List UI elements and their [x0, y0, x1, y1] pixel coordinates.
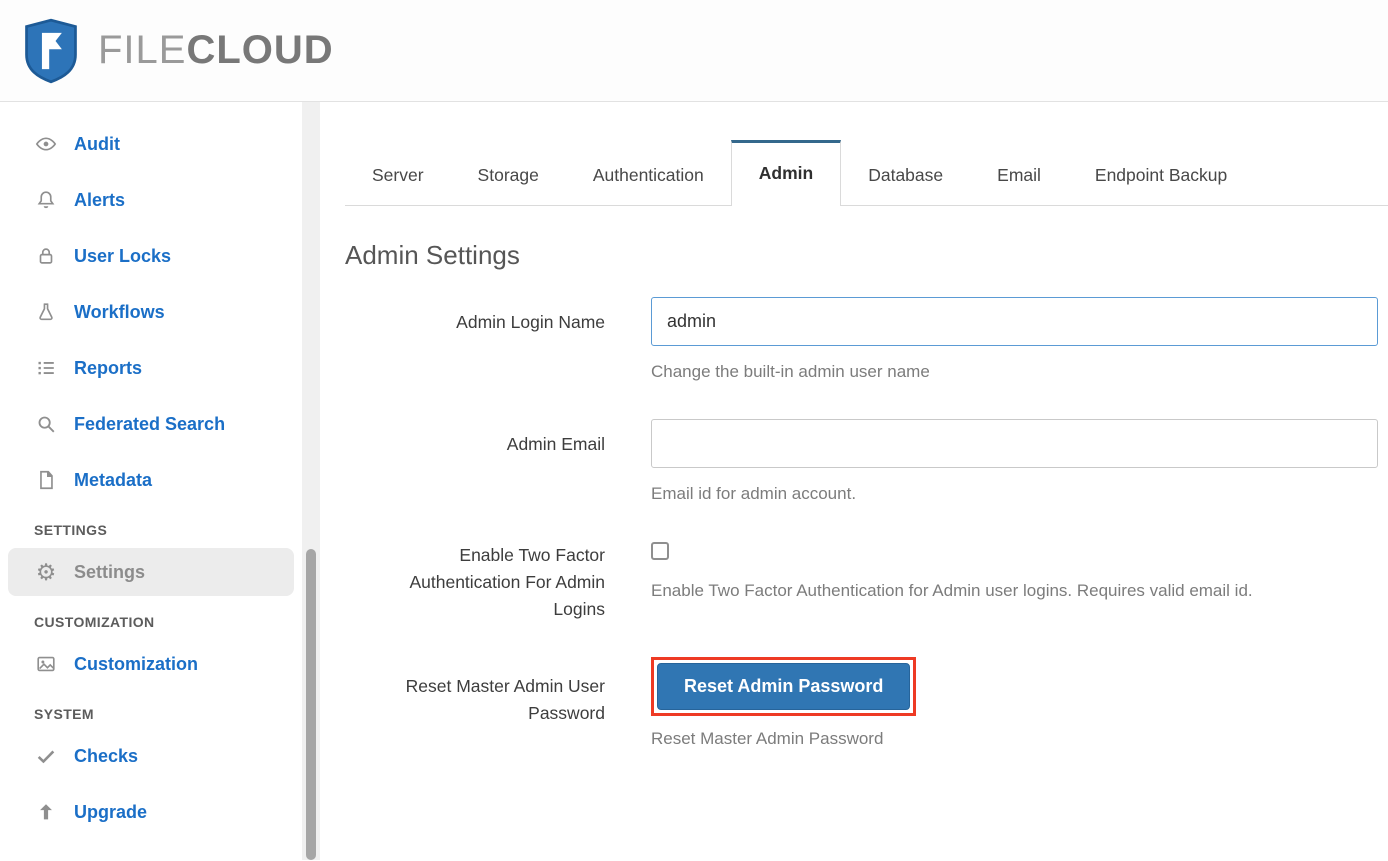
sidebar-scrollbar-thumb[interactable] [306, 549, 316, 860]
brand-file-text: FILE [98, 28, 187, 72]
eye-icon [34, 132, 58, 156]
reset-password-label: Reset Master Admin User Password [405, 676, 605, 724]
admin-login-input[interactable] [651, 297, 1378, 346]
tab-endpoint-backup[interactable]: Endpoint Backup [1068, 149, 1254, 205]
sidebar-item-label: Customization [74, 653, 198, 674]
list-icon [34, 356, 58, 380]
admin-login-help: Change the built-in admin user name [651, 362, 930, 381]
brand-wordmark: FILECLOUD [98, 28, 334, 73]
sidebar-item-label: Audit [74, 133, 120, 154]
reset-password-help: Reset Master Admin Password [651, 729, 884, 749]
two-factor-label: Enable Two Factor Authentication For Adm… [409, 544, 605, 619]
sidebar-item-label: Checks [74, 745, 139, 766]
sidebar-item-label: Alerts [74, 189, 126, 210]
sidebar-item-upgrade[interactable]: Upgrade [0, 784, 302, 840]
sidebar-item-workflows[interactable]: Workflows [0, 284, 302, 340]
sidebar-item-alerts[interactable]: Alerts [0, 172, 302, 228]
gear-icon: ⚙ [35, 558, 57, 585]
two-factor-help: Enable Two Factor Authentication for Adm… [651, 580, 1253, 600]
admin-email-input[interactable] [651, 419, 1378, 469]
sidebar-item-settings[interactable]: ⚙ Settings [8, 548, 294, 596]
filecloud-logo-icon [25, 18, 77, 83]
reset-password-row: Reset Master Admin User Password Reset A… [345, 657, 1388, 752]
tab-authentication[interactable]: Authentication [566, 149, 731, 205]
sidebar-item-reports[interactable]: Reports [0, 340, 302, 396]
sidebar-section-customization: CUSTOMIZATION [34, 614, 155, 630]
tab-admin[interactable]: Admin [730, 140, 842, 206]
sidebar-item-customization[interactable]: Customization [0, 636, 302, 692]
check-icon [34, 744, 58, 768]
page-title: Admin Settings [345, 240, 520, 270]
tab-server[interactable]: Server [345, 149, 451, 205]
sidebar-section-settings: SETTINGS [34, 522, 108, 538]
image-icon [34, 652, 58, 676]
admin-email-label: Admin Email [506, 434, 605, 455]
sidebar-item-label: Metadata [74, 469, 153, 490]
two-factor-row: Enable Two Factor Authentication For Adm… [345, 541, 1388, 623]
sidebar-item-audit[interactable]: Audit [0, 116, 302, 172]
reset-admin-password-button[interactable]: Reset Admin Password [657, 663, 911, 711]
tab-bar: Server Storage Authentication Admin Data… [345, 140, 1388, 206]
sidebar-item-label: Settings [74, 561, 146, 582]
two-factor-checkbox[interactable] [651, 541, 669, 560]
lock-icon [34, 244, 58, 268]
tab-storage[interactable]: Storage [451, 149, 566, 205]
admin-email-help: Email id for admin account. [651, 484, 857, 504]
admin-login-row: Admin Login Name Change the built-in adm… [345, 297, 1388, 385]
flask-icon [34, 300, 58, 324]
brand-cloud-text: CLOUD [186, 28, 334, 72]
sidebar-item-federated-search[interactable]: Federated Search [0, 396, 302, 452]
sidebar-item-user-locks[interactable]: User Locks [0, 228, 302, 284]
sidebar-item-metadata[interactable]: Metadata [0, 452, 302, 508]
main-content: Server Storage Authentication Admin Data… [320, 102, 1388, 860]
admin-login-label: Admin Login Name [456, 312, 605, 332]
bell-icon [34, 188, 58, 212]
sidebar-item-label: Upgrade [74, 801, 148, 822]
tab-email[interactable]: Email [970, 149, 1068, 205]
sidebar: Audit Alerts User Locks Workflows Report… [0, 102, 302, 860]
sidebar-item-label: Reports [74, 357, 143, 378]
file-icon [34, 468, 58, 492]
tab-database[interactable]: Database [841, 149, 970, 205]
sidebar-item-label: Workflows [74, 301, 165, 322]
app-header: FILECLOUD [0, 0, 1388, 102]
search-icon [34, 412, 58, 436]
admin-email-row: Admin Email Email id for admin account. [345, 419, 1388, 507]
sidebar-scrollbar-track[interactable] [302, 102, 320, 860]
highlight-annotation: Reset Admin Password [651, 657, 917, 717]
sidebar-item-label: User Locks [74, 245, 172, 266]
arrow-up-icon [34, 800, 58, 824]
sidebar-section-system: SYSTEM [34, 706, 94, 722]
sidebar-item-checks[interactable]: Checks [0, 728, 302, 784]
sidebar-item-label: Federated Search [74, 413, 226, 434]
